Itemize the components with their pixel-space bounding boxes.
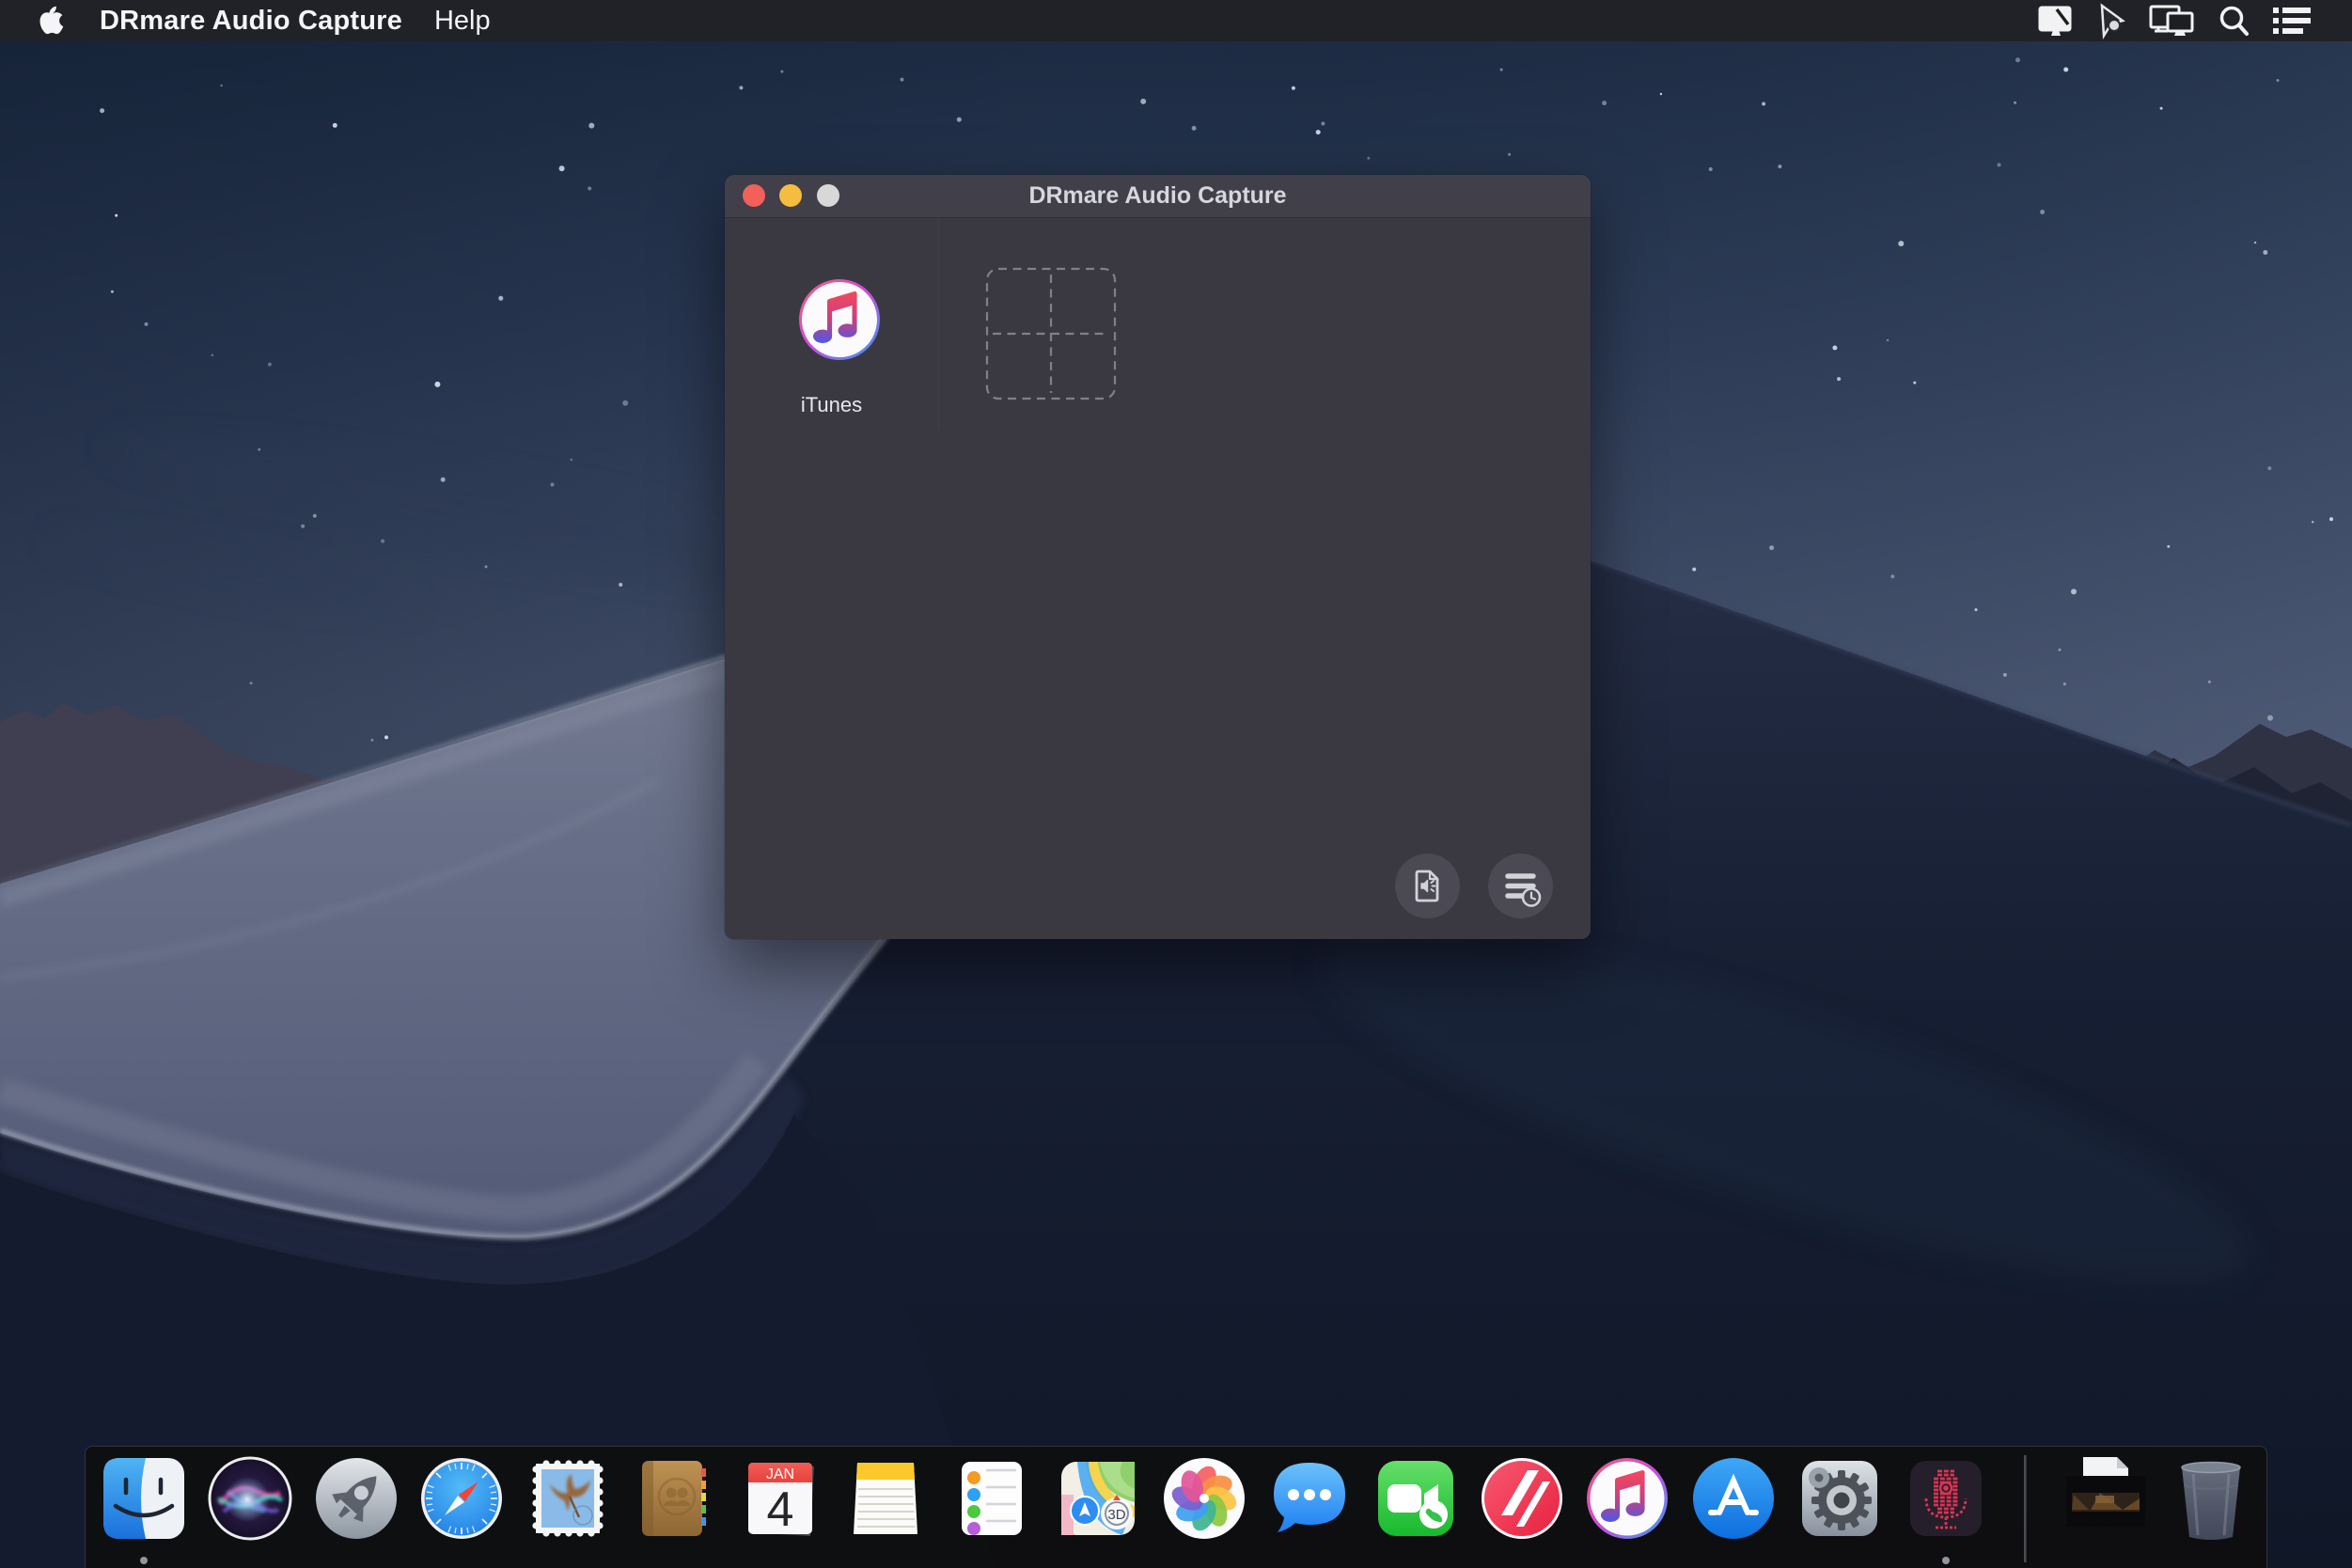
svg-text:4: 4 (767, 1482, 794, 1537)
svg-text:3D: 3D (1107, 1507, 1125, 1523)
svg-text:JAN: JAN (766, 1466, 794, 1482)
